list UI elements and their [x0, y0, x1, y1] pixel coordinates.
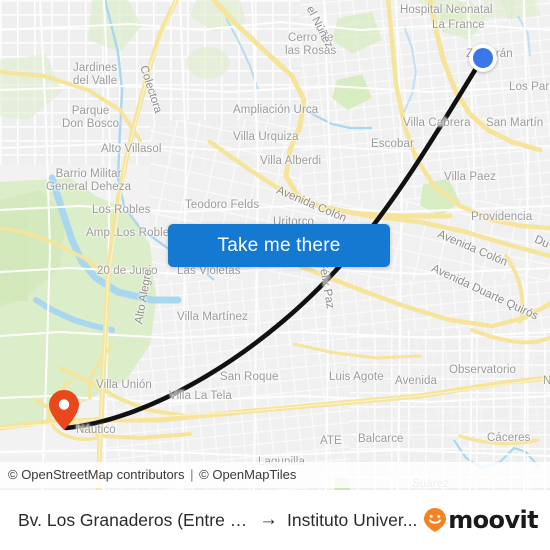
attribution-osm[interactable]: © OpenStreetMap contributors — [8, 467, 185, 482]
take-me-there-button[interactable]: Take me there — [168, 224, 390, 267]
trip-footer: Bv. Los Granaderos (Entre M. Dr... → Ins… — [0, 490, 550, 550]
trip-destination-label: Instituto Univer... — [287, 509, 418, 530]
moovit-pin-icon — [424, 508, 447, 532]
arrow-right-icon: → — [259, 509, 278, 530]
moovit-wordmark: moovit — [448, 506, 538, 534]
map-attribution: © OpenStreetMap contributors | © OpenMap… — [0, 462, 550, 488]
origin-pin[interactable] — [49, 390, 79, 430]
trip-origin-label: Bv. Los Granaderos (Entre M. Dr... — [18, 509, 250, 530]
moovit-map-screen: Jardines del Valle Parque Don Bosco Alto V… — [0, 0, 550, 550]
attribution-openmaptiles[interactable]: © OpenMapTiles — [199, 467, 296, 482]
map-pin-icon — [49, 390, 79, 430]
map-canvas[interactable]: Jardines del Valle Parque Don Bosco Alto V… — [0, 0, 550, 490]
attribution-separator: | — [190, 467, 194, 482]
destination-dot[interactable] — [469, 44, 497, 72]
trip-summary: Bv. Los Granaderos (Entre M. Dr... → Ins… — [18, 509, 418, 531]
moovit-logo[interactable]: moovit — [418, 506, 539, 534]
